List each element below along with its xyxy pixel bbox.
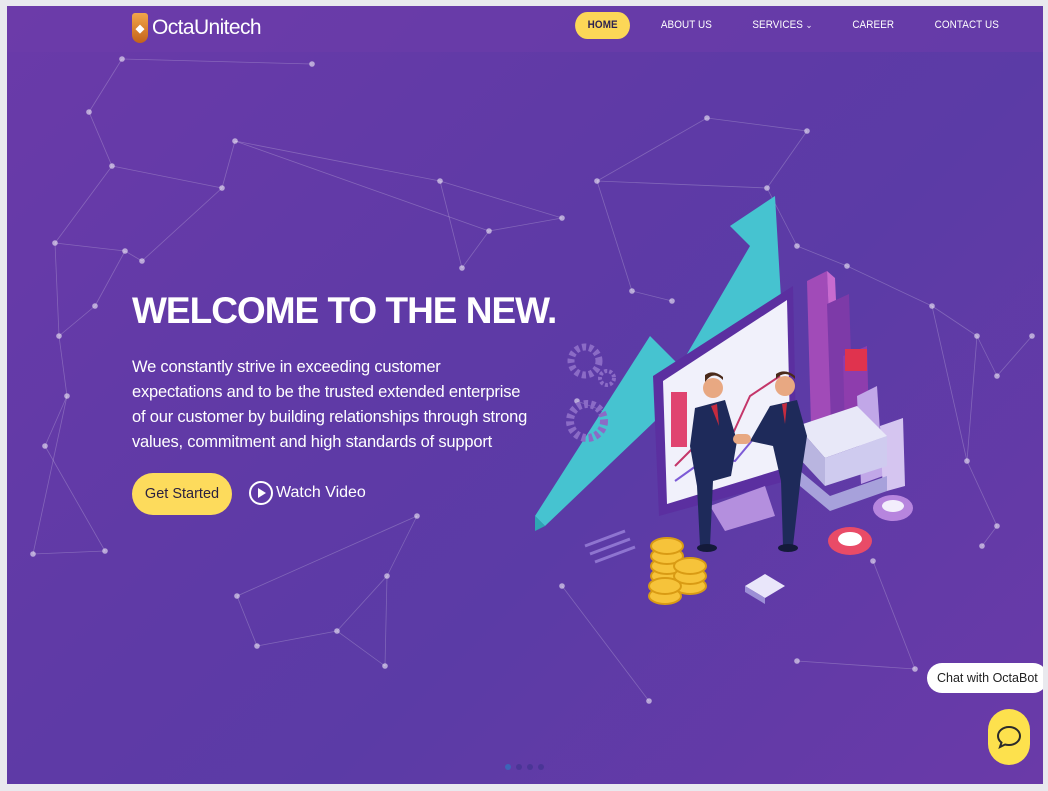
- slider-dots: [505, 764, 544, 770]
- main-nav: HOME ABOUT US SERVICES ⌄ CAREER CONTACT U…: [572, 12, 1019, 39]
- nav-item-services[interactable]: SERVICES ⌄: [737, 12, 828, 39]
- watch-video-label: Watch Video: [276, 484, 366, 501]
- nav-item-contact-us[interactable]: CONTACT US: [919, 12, 1014, 39]
- chat-bubble-icon: [996, 725, 1022, 749]
- chevron-down-icon: ⌄: [805, 20, 813, 30]
- nav-item-services-label: SERVICES: [752, 19, 804, 31]
- slider-dot[interactable]: [516, 764, 522, 770]
- brand-logo[interactable]: ◆ OctaUnitech: [132, 13, 262, 43]
- slider-dot[interactable]: [538, 764, 544, 770]
- business-handshake-growth-illustration: [535, 196, 913, 605]
- chat-with-octabot-label[interactable]: Chat with OctaBot: [927, 663, 1043, 693]
- hero-title: WELCOME TO THE NEW.: [132, 290, 557, 331]
- play-icon: [249, 481, 273, 505]
- shield-logo-icon: ◆: [132, 13, 148, 43]
- hero-section: ◆ OctaUnitech HOME ABOUT US SERVICES ⌄ CA…: [7, 6, 1043, 784]
- hero-description: We constantly strive in exceeding custom…: [132, 358, 528, 451]
- brand-name: OctaUnitech: [152, 16, 262, 39]
- chat-launcher-button[interactable]: [988, 709, 1030, 765]
- slider-dot[interactable]: [527, 764, 533, 770]
- watch-video-button[interactable]: Watch Video: [249, 481, 366, 505]
- get-started-button[interactable]: Get Started: [132, 473, 232, 515]
- nav-item-home[interactable]: HOME: [575, 12, 631, 39]
- nav-item-about-us[interactable]: ABOUT US: [646, 12, 728, 39]
- slider-dot[interactable]: [505, 764, 511, 770]
- nav-item-career[interactable]: CAREER: [837, 12, 909, 39]
